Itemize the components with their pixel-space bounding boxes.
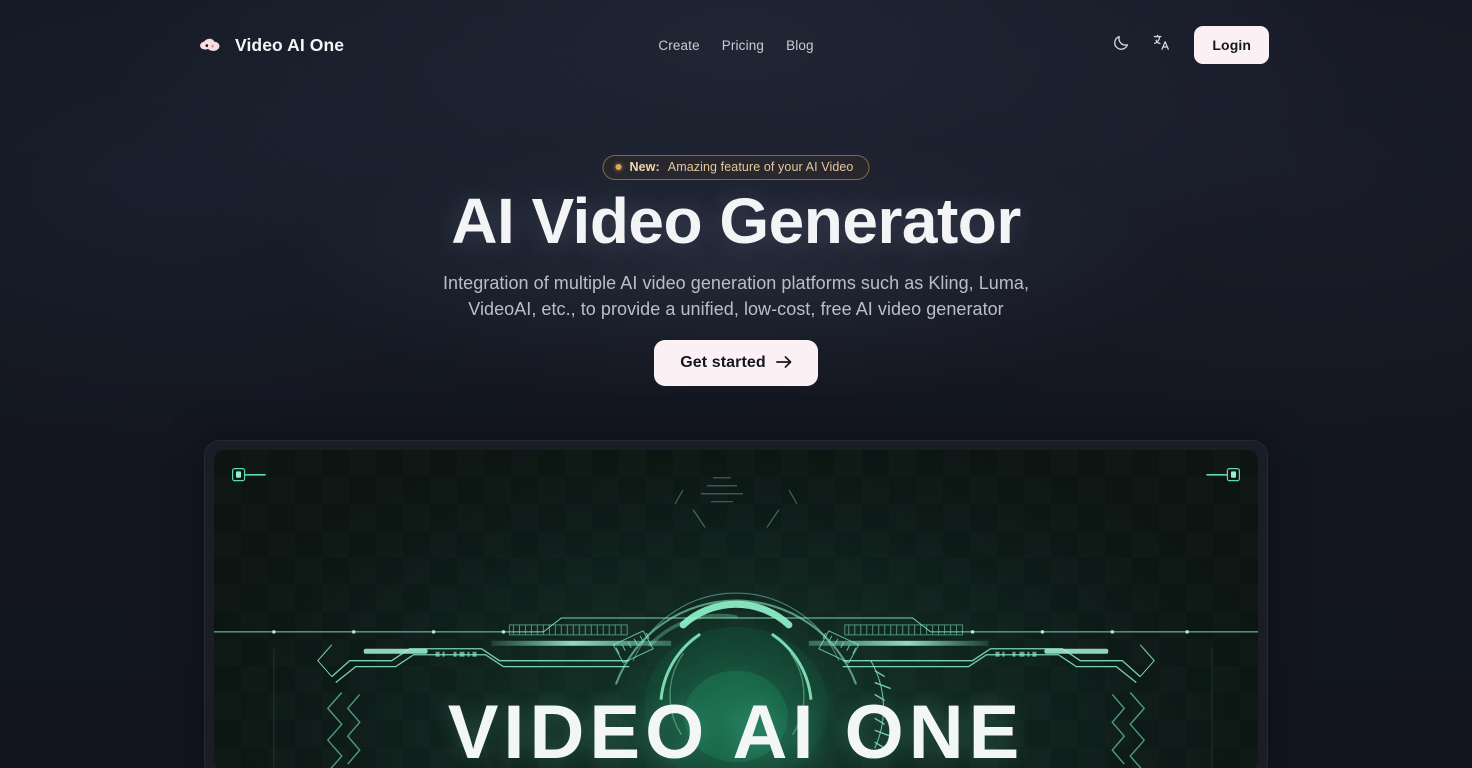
video-preview-shell[interactable]: VIDEO AI ONE	[204, 440, 1268, 768]
page-subtitle: Integration of multiple AI video generat…	[442, 273, 1030, 319]
moon-icon	[1112, 34, 1130, 57]
language-switcher-button[interactable]	[1148, 32, 1174, 58]
nav-link-create[interactable]: Create	[658, 36, 699, 55]
arrow-right-icon	[775, 355, 792, 372]
nav-link-blog[interactable]: Blog	[786, 36, 814, 55]
badge-message: Amazing feature of your AI Video	[667, 160, 854, 174]
nav-actions: Login	[1108, 26, 1269, 64]
page-title: AI Video Generator	[451, 185, 1021, 257]
badge-dot-icon	[615, 164, 622, 170]
translate-icon	[1152, 33, 1171, 57]
get-started-label: Get started	[680, 354, 766, 371]
landing-page: Video AI One Create Pricing Blog Login N…	[0, 0, 1472, 768]
hud-overlay-graphics	[214, 477, 1258, 768]
nav-link-pricing[interactable]: Pricing	[722, 36, 764, 55]
video-preview-frame[interactable]: VIDEO AI ONE	[214, 450, 1258, 768]
badge-label-new: New:	[629, 160, 660, 174]
theme-toggle-button[interactable]	[1108, 32, 1134, 58]
top-navigation-bar: Video AI One Create Pricing Blog Login	[0, 0, 1472, 90]
announcement-badge[interactable]: New: Amazing feature of your AI Video	[602, 155, 870, 180]
get-started-button[interactable]: Get started	[654, 340, 818, 386]
cta-container: Get started	[0, 340, 1472, 386]
login-button[interactable]: Login	[1194, 26, 1269, 64]
